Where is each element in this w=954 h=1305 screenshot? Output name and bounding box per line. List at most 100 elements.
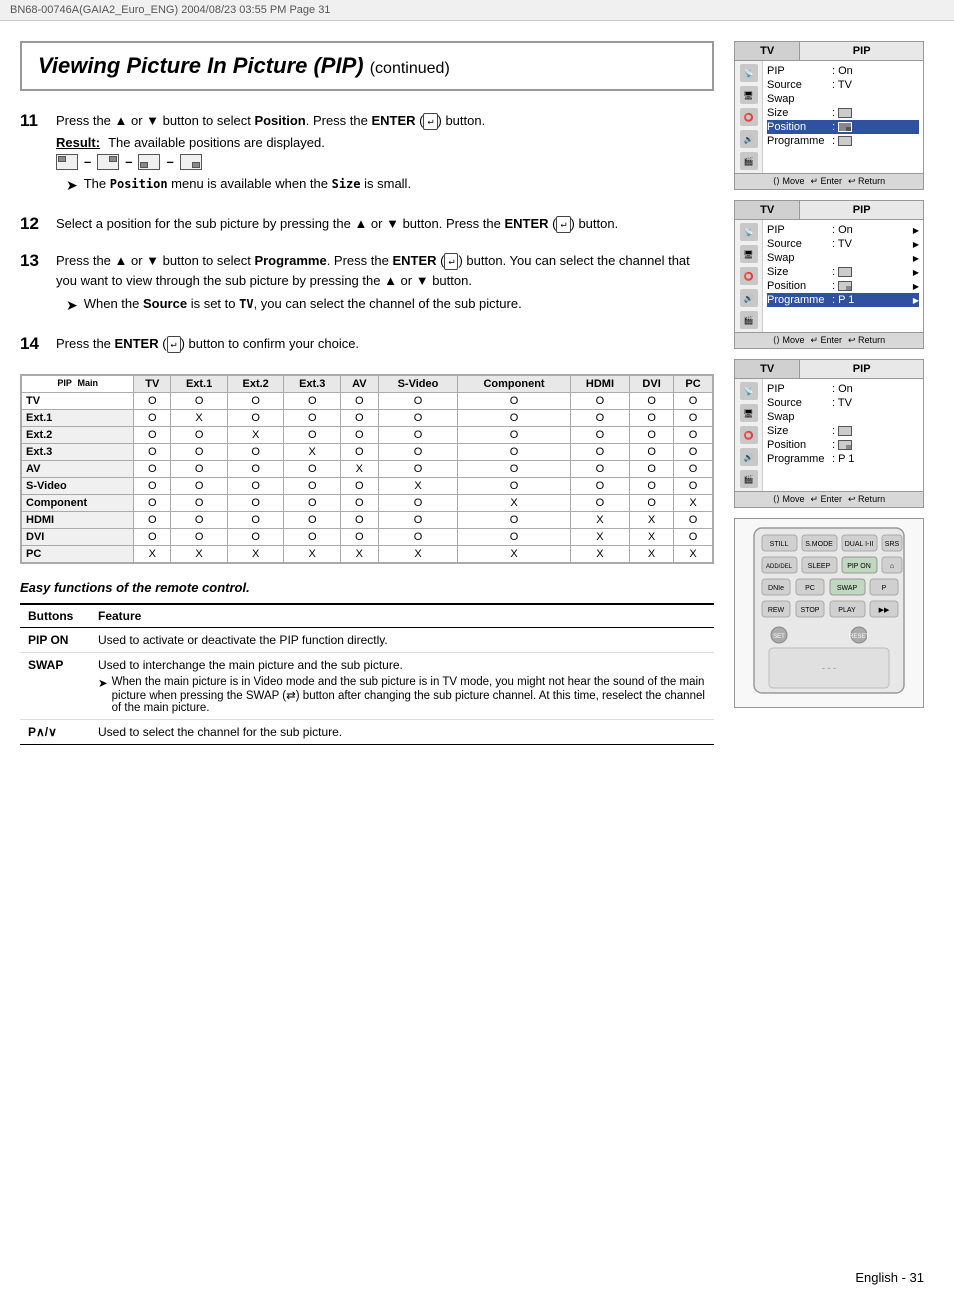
col-tv: TV bbox=[134, 375, 171, 392]
table-cell-value: X bbox=[171, 409, 228, 426]
table-cell-value: O bbox=[378, 528, 458, 545]
osd-tv-label-2: TV bbox=[735, 201, 800, 219]
pos-bl bbox=[138, 154, 160, 170]
table-row: Ext.1OXOOOOOOOO bbox=[22, 409, 713, 426]
table-cell-label: AV bbox=[22, 460, 134, 477]
table-cell-value: O bbox=[630, 494, 674, 511]
table-cell-value: O bbox=[171, 477, 228, 494]
osd-icon-antenna: 📡 bbox=[740, 64, 758, 82]
step-11-text: Press the ▲ or ▼ button to select Positi… bbox=[56, 111, 704, 131]
osd-row-swap-1: Swap bbox=[767, 92, 919, 106]
table-cell-label: S-Video bbox=[22, 477, 134, 494]
table-cell-value: O bbox=[134, 409, 171, 426]
table-cell-value: O bbox=[378, 460, 458, 477]
svg-text:SRS: SRS bbox=[885, 541, 900, 548]
step-13-text: Press the ▲ or ▼ button to select Progra… bbox=[56, 251, 704, 290]
table-cell-value: O bbox=[630, 477, 674, 494]
svg-text:P: P bbox=[882, 585, 887, 592]
pos-br bbox=[180, 154, 202, 170]
table-cell-value: X bbox=[171, 545, 228, 562]
osd-panel-3: TV PIP 📡 🖥 ⭕ 🔊 🎬 PIP : On So bbox=[734, 359, 924, 508]
table-cell-value: O bbox=[674, 511, 713, 528]
table-cell-value: X bbox=[630, 545, 674, 562]
step-14: 14 Press the ENTER (↵) button to confirm… bbox=[20, 334, 704, 358]
table-cell-value: O bbox=[674, 409, 713, 426]
step-14-text: Press the ENTER (↵) button to confirm yo… bbox=[56, 334, 704, 354]
table-cell-value: X bbox=[227, 545, 284, 562]
svg-text:RESET: RESET bbox=[849, 634, 869, 640]
osd-icon-circle: ⭕ bbox=[740, 108, 758, 126]
steps-section: 11 Press the ▲ or ▼ button to select Pos… bbox=[20, 111, 714, 358]
table-cell-value: O bbox=[227, 528, 284, 545]
osd-row-swap-3: Swap bbox=[767, 410, 919, 424]
table-cell-value: O bbox=[341, 409, 379, 426]
table-cell-value: O bbox=[630, 392, 674, 409]
table-cell-value: O bbox=[227, 409, 284, 426]
step-13: 13 Press the ▲ or ▼ button to select Pro… bbox=[20, 251, 704, 320]
table-cell-value: O bbox=[284, 494, 341, 511]
svg-text:PLAY: PLAY bbox=[838, 607, 856, 614]
osd-row-programme-2: Programme : P 1 ▶ bbox=[767, 293, 919, 307]
svg-text:STILL: STILL bbox=[770, 541, 789, 548]
svg-text:- - -: - - - bbox=[822, 663, 836, 673]
table-cell-value: O bbox=[674, 477, 713, 494]
osd-icon-sound-2: 🔊 bbox=[740, 289, 758, 307]
osd-icons-1: 📡 🖥 ⭕ 🔊 🎬 bbox=[735, 61, 763, 173]
table-cell-value: X bbox=[284, 545, 341, 562]
table-cell-value: X bbox=[674, 545, 713, 562]
table-cell-value: O bbox=[227, 494, 284, 511]
left-column: Viewing Picture In Picture (PIP) (contin… bbox=[20, 41, 714, 761]
osd-row-programme-1: Programme : bbox=[767, 134, 919, 148]
svg-text:ADD/DEL: ADD/DEL bbox=[766, 564, 793, 570]
pos-tr bbox=[97, 154, 119, 170]
svg-text:DUAL I-II: DUAL I-II bbox=[845, 541, 874, 548]
table-cell-value: O bbox=[171, 494, 228, 511]
step-11-content: Press the ▲ or ▼ button to select Positi… bbox=[56, 111, 704, 200]
table-cell-value: O bbox=[570, 392, 629, 409]
document-header: BN68-00746A(GAIA2_Euro_ENG) 2004/08/23 0… bbox=[0, 0, 954, 21]
table-cell-value: O bbox=[284, 460, 341, 477]
col-hdmi: HDMI bbox=[570, 375, 629, 392]
feature-col-feature: Feature bbox=[90, 604, 714, 628]
remote-section: Easy functions of the remote control. Bu… bbox=[20, 580, 714, 745]
footer-label: English - 31 bbox=[855, 1270, 924, 1285]
svg-text:SET: SET bbox=[773, 634, 785, 640]
table-cell-value: X bbox=[134, 545, 171, 562]
table-cell-value: O bbox=[341, 511, 379, 528]
table-cell-value: O bbox=[284, 511, 341, 528]
osd-pip-label-3: PIP bbox=[800, 360, 923, 378]
table-cell-value: O bbox=[134, 477, 171, 494]
svg-text:REW: REW bbox=[768, 607, 785, 614]
step-12-text: Select a position for the sub picture by… bbox=[56, 214, 704, 234]
step-12-number: 12 bbox=[20, 214, 56, 234]
table-cell-value: O bbox=[570, 494, 629, 511]
osd-icon-film-3: 🎬 bbox=[740, 470, 758, 488]
table-cell-value: O bbox=[134, 494, 171, 511]
table-cell-value: O bbox=[458, 409, 570, 426]
osd-icon-circle-3: ⭕ bbox=[740, 426, 758, 444]
table-cell-value: O bbox=[570, 426, 629, 443]
osd-row-source-3: Source : TV bbox=[767, 396, 919, 410]
osd-row-pip-3: PIP : On bbox=[767, 382, 919, 396]
table-cell-value: O bbox=[570, 477, 629, 494]
table-cell-value: O bbox=[458, 477, 570, 494]
table-cell-value: O bbox=[171, 392, 228, 409]
table-cell-value: O bbox=[674, 392, 713, 409]
osd-row-position-2: Position : ▶ bbox=[767, 279, 919, 293]
table-cell-value: O bbox=[458, 460, 570, 477]
table-cell-value: O bbox=[284, 528, 341, 545]
table-cell-value: O bbox=[458, 392, 570, 409]
header-left-text: BN68-00746A(GAIA2_Euro_ENG) 2004/08/23 0… bbox=[10, 4, 330, 16]
osd-menu-1: PIP : On Source : TV Swap Size : bbox=[763, 61, 923, 173]
col-svideo: S-Video bbox=[378, 375, 458, 392]
list-item: SWAPUsed to interchange the main picture… bbox=[20, 652, 714, 719]
table-row: HDMIOOOOOOOXXO bbox=[22, 511, 713, 528]
osd-icon-screen-3: 🖥 bbox=[740, 404, 758, 422]
osd-row-source-1: Source : TV bbox=[767, 78, 919, 92]
table-cell-value: X bbox=[458, 494, 570, 511]
step-13-note: ➤ When the Source is set to TV, you can … bbox=[66, 296, 704, 314]
osd-menu-2: PIP : On ▶ Source : TV ▶ Swap ▶ bbox=[763, 220, 923, 332]
table-row: AVOOOOXOOOOO bbox=[22, 460, 713, 477]
pos-tl bbox=[56, 154, 78, 170]
title-box: Viewing Picture In Picture (PIP) (contin… bbox=[20, 41, 714, 91]
